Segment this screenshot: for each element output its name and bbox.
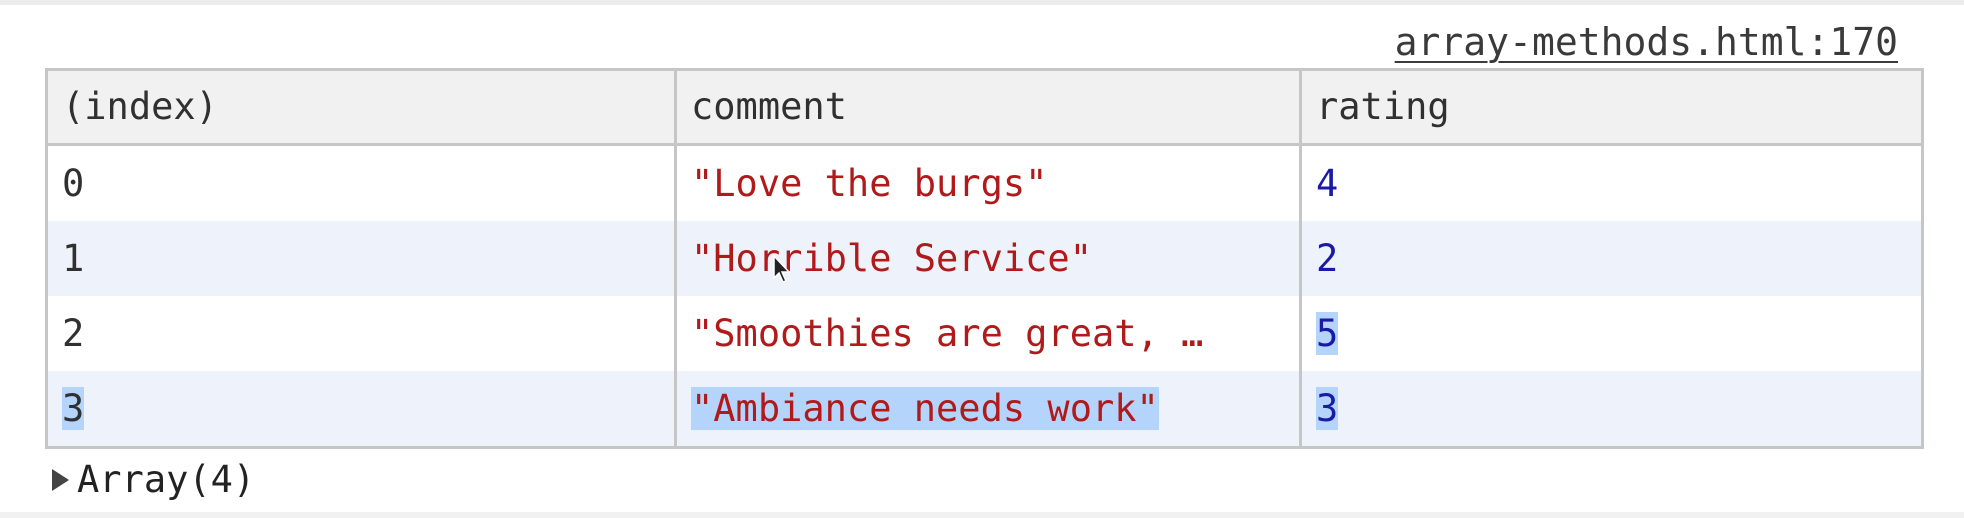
table-row[interactable]: 0 "Love the burgs" 4 (45, 144, 1924, 221)
column-header-comment[interactable]: comment (674, 69, 1302, 146)
index-cell: 1 (45, 221, 677, 296)
rating-value: 5 (1316, 312, 1339, 355)
comment-value: "Horrible Service" (691, 237, 1092, 280)
column-header-rating[interactable]: rating (1299, 69, 1924, 146)
bottom-divider (0, 512, 1964, 518)
index-value: 3 (62, 387, 85, 430)
column-header-index[interactable]: (index) (45, 69, 677, 146)
rating-value: 3 (1316, 387, 1339, 430)
comment-cell: "Horrible Service" (674, 221, 1302, 296)
index-value: 0 (62, 162, 85, 205)
comment-cell: "Smoothies are great, … (674, 296, 1302, 371)
table-header-row: (index) comment rating (45, 69, 1924, 146)
table-row[interactable]: 3 "Ambiance needs work" 3 (45, 371, 1924, 448)
index-value: 1 (62, 237, 85, 280)
rating-cell: 5 (1299, 296, 1924, 371)
comment-value: "Smoothies are great, … (691, 312, 1204, 355)
comment-cell: "Love the burgs" (674, 144, 1302, 221)
table-row[interactable]: 1 "Horrible Service" 2 (45, 221, 1924, 296)
source-file-link[interactable]: array-methods.html:170 (1395, 18, 1898, 66)
index-cell: 0 (45, 144, 677, 221)
rating-cell: 3 (1299, 371, 1924, 448)
table-row[interactable]: 2 "Smoothies are great, … 5 (45, 296, 1924, 371)
comment-cell: "Ambiance needs work" (674, 371, 1302, 448)
rating-value: 2 (1316, 237, 1339, 280)
index-value: 2 (62, 312, 85, 355)
array-expand-toggle[interactable]: Array(4) (52, 455, 255, 505)
rating-cell: 4 (1299, 144, 1924, 221)
comment-value: "Ambiance needs work" (691, 387, 1159, 430)
array-summary-label[interactable]: Array(4) (77, 455, 255, 505)
top-divider (0, 0, 1964, 5)
rating-cell: 2 (1299, 221, 1924, 296)
comment-value: "Love the burgs" (691, 162, 1048, 205)
console-table: (index) comment rating 0 "Love the burgs… (45, 68, 1924, 449)
rating-value: 4 (1316, 162, 1339, 205)
triangle-right-icon[interactable] (52, 469, 69, 491)
index-cell: 3 (45, 371, 677, 448)
mouse-pointer-icon (773, 254, 791, 283)
index-cell: 2 (45, 296, 677, 371)
